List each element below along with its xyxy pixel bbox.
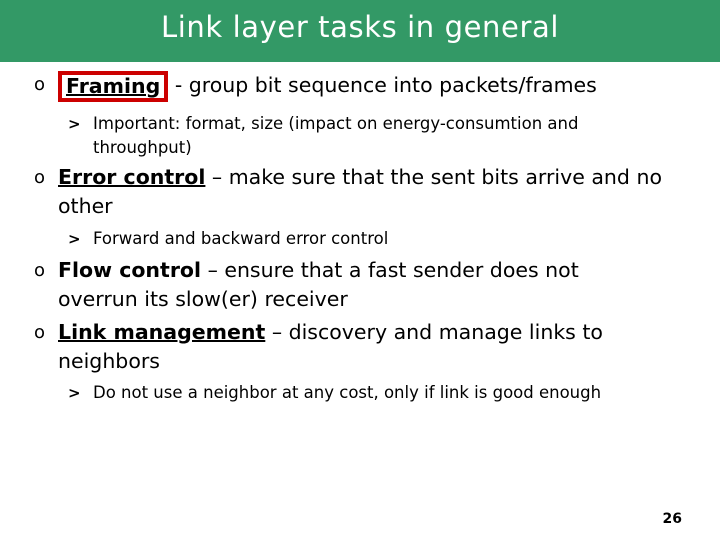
- subbullet-framing-important: > Important: format, size (impact on ene…: [68, 112, 668, 160]
- subbullet-forward-backward-text: Forward and backward error control: [93, 229, 389, 248]
- subbullet-forward-backward: > Forward and backward error control: [68, 227, 668, 251]
- title-banner: Link layer tasks in general: [0, 0, 720, 62]
- subbullet-marker-chevron: >: [68, 230, 81, 248]
- bullet-flow-control: o Flow control – ensure that a fast send…: [34, 256, 654, 314]
- bullet-framing: o Framing - group bit sequence into pack…: [34, 70, 694, 102]
- bullet-flow-control-content: Flow control – ensure that a fast sender…: [58, 256, 654, 314]
- subbullet-neighbor-cost-text: Do not use a neighbor at any cost, only …: [93, 383, 602, 402]
- bullet-marker-o: o: [34, 167, 46, 188]
- highlighted-term-error-control[interactable]: Error control: [58, 165, 205, 189]
- bullet-error-control-content: Error control – make sure that the sent …: [58, 163, 694, 221]
- page-number: 26: [662, 511, 682, 527]
- bullet-marker-o: o: [34, 74, 46, 95]
- highlighted-term-link-management[interactable]: Link management: [58, 320, 265, 344]
- highlighted-term-flow-control[interactable]: Flow control: [58, 258, 201, 282]
- subbullet-marker-chevron: >: [68, 115, 81, 133]
- bullet-link-management-content: Link management – discovery and manage l…: [58, 318, 654, 376]
- highlighted-term-framing[interactable]: Framing: [58, 71, 169, 102]
- bullet-link-management: o Link management – discovery and manage…: [34, 318, 654, 376]
- subbullet-framing-important-text: Important: format, size (impact on energ…: [93, 114, 579, 157]
- bullet-error-control: o Error control – make sure that the sen…: [34, 163, 694, 221]
- bullet-marker-o: o: [34, 322, 46, 343]
- subbullet-marker-chevron: >: [68, 384, 81, 402]
- subbullet-neighbor-cost: > Do not use a neighbor at any cost, onl…: [68, 381, 688, 405]
- bullet-marker-o: o: [34, 260, 46, 281]
- bullet-framing-rest: - group bit sequence into packets/frames: [168, 73, 597, 97]
- slide-root: Link layer tasks in general o Framing - …: [0, 0, 720, 540]
- page-title: Link layer tasks in general: [160, 10, 560, 44]
- bullet-framing-content: Framing - group bit sequence into packet…: [58, 70, 694, 102]
- slide-body: o Framing - group bit sequence into pack…: [0, 62, 720, 540]
